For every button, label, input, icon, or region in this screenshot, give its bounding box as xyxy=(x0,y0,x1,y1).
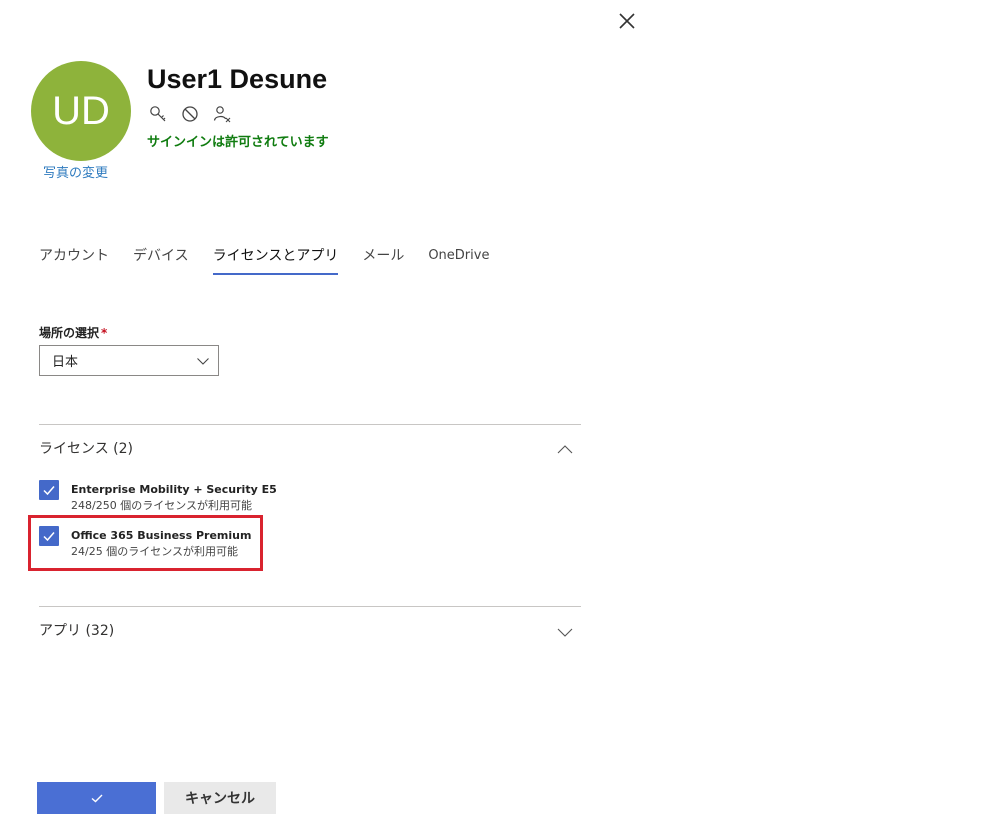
tab-account[interactable]: アカウント xyxy=(39,244,109,275)
save-button[interactable] xyxy=(37,782,156,814)
license-availability: 24/25 個のライセンスが利用可能 xyxy=(71,545,238,558)
avatar: UD xyxy=(31,61,131,161)
cancel-button[interactable]: キャンセル xyxy=(164,782,276,814)
license-checkbox[interactable] xyxy=(39,480,59,500)
license-availability: 248/250 個のライセンスが利用可能 xyxy=(71,499,252,512)
user-name: User1 Desune xyxy=(147,64,328,94)
checkmark-icon xyxy=(43,532,55,542)
chevron-down-icon xyxy=(557,628,573,637)
location-value: 日本 xyxy=(52,355,79,370)
close-icon xyxy=(619,13,635,29)
licenses-header-label: ライセンス (2) xyxy=(39,441,134,457)
tab-bar: アカウント デバイス ライセンスとアプリ メール OneDrive xyxy=(39,244,489,278)
license-name: Office 365 Business Premium xyxy=(71,529,252,542)
user-action-bar xyxy=(149,105,231,123)
user-details-panel: UD 写真の変更 User1 Desune サインインは許可されています アカウ… xyxy=(0,0,983,828)
key-icon[interactable] xyxy=(149,105,167,123)
user-delete-icon[interactable] xyxy=(213,105,231,123)
license-item: Enterprise Mobility + Security E5 248/25… xyxy=(39,480,299,520)
location-label-text: 場所の選択 xyxy=(39,326,100,340)
signin-status: サインインは許可されています xyxy=(147,135,329,150)
license-checkbox[interactable] xyxy=(39,526,59,546)
divider xyxy=(39,424,581,425)
change-photo-link[interactable]: 写真の変更 xyxy=(43,162,108,181)
tab-mail[interactable]: メール xyxy=(362,244,404,275)
licenses-section-header[interactable]: ライセンス (2) xyxy=(39,438,581,464)
apps-header-label: アプリ (32) xyxy=(39,623,115,639)
license-item: Office 365 Business Premium 24/25 個のライセン… xyxy=(39,526,299,566)
tab-onedrive[interactable]: OneDrive xyxy=(428,244,489,275)
required-mark: * xyxy=(101,326,108,340)
chevron-up-icon xyxy=(557,445,573,454)
avatar-initials: UD xyxy=(52,88,110,133)
chevron-down-icon xyxy=(197,358,209,365)
apps-section-header[interactable]: アプリ (32) xyxy=(39,620,581,646)
divider xyxy=(39,606,581,607)
location-label: 場所の選択 * xyxy=(39,324,107,341)
checkmark-icon xyxy=(91,794,102,803)
checkmark-icon xyxy=(43,486,55,496)
block-icon[interactable] xyxy=(181,105,199,123)
tab-licenses-and-apps[interactable]: ライセンスとアプリ xyxy=(212,244,339,275)
license-name: Enterprise Mobility + Security E5 xyxy=(71,483,277,496)
tab-devices[interactable]: デバイス xyxy=(133,244,189,275)
location-dropdown[interactable]: 日本 xyxy=(39,345,219,376)
close-button[interactable] xyxy=(614,8,640,34)
